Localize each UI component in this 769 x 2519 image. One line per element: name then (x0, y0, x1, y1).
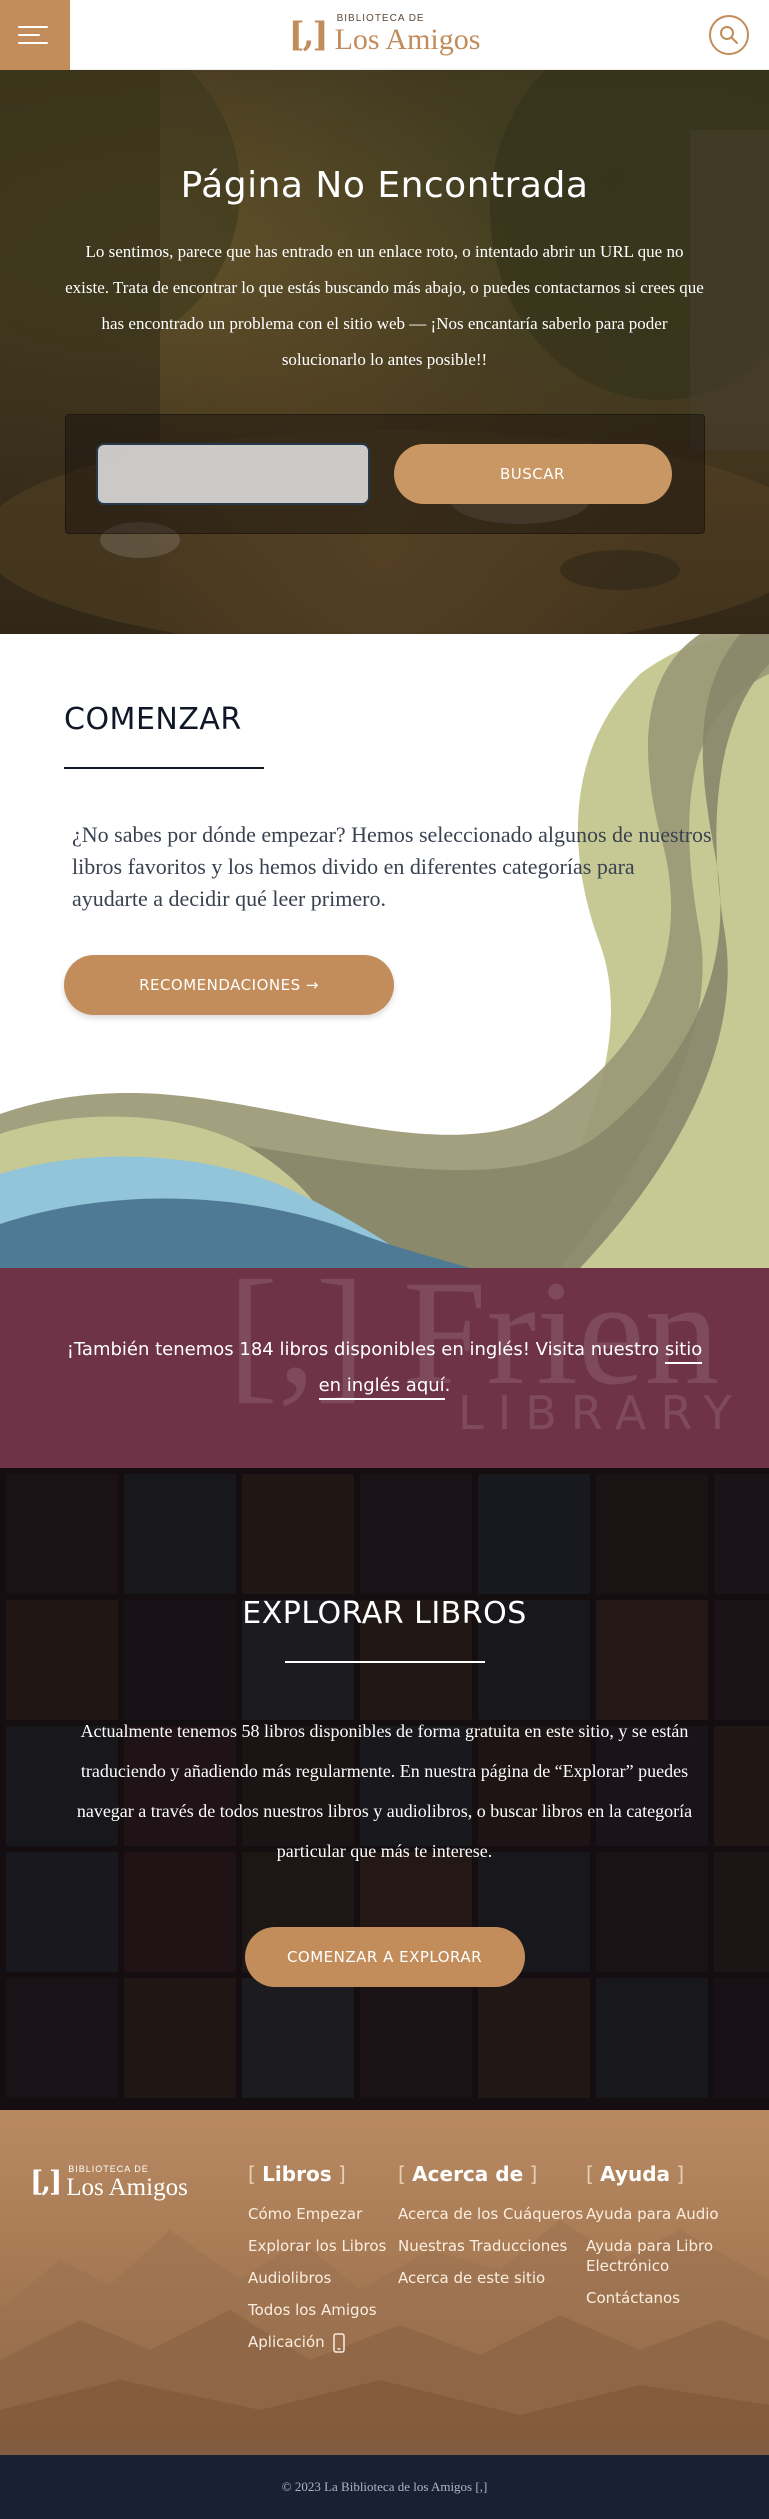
footer-link[interactable]: Acerca de los Cuáqueros (398, 2204, 586, 2224)
footer-column-ayuda: [ Ayuda ] Ayuda para Audio Ayuda para Li… (586, 2162, 736, 2365)
title-underline (284, 1661, 485, 1663)
site-logo[interactable]: [,] BIBLIOTECA DE Los Amigos (289, 14, 481, 55)
footer-logo[interactable]: [,] BIBLIOTECA DE Los Amigos (30, 2162, 248, 2202)
start-description: ¿No sabes por dónde empezar? Hemos selec… (72, 822, 712, 911)
search-icon (720, 26, 738, 44)
footer-column-acerca: [ Acerca de ] Acerca de los Cuáqueros Nu… (398, 2162, 586, 2365)
not-found-message: Lo sentimos, parece que has entrado en u… (65, 242, 704, 369)
logo-big-text: Los Amigos (334, 23, 481, 56)
phone-icon (332, 2332, 345, 2353)
footer-column-libros: [ Libros ] Cómo Empezar Explorar los Lib… (248, 2162, 398, 2365)
logo-mark: [,] (288, 14, 329, 55)
explore-section: EXPLORAR LIBROS Actualmente tenemos 58 l… (0, 1468, 769, 2110)
recommendations-button[interactable]: RECOMENDACIONES → (64, 955, 394, 1015)
start-section: COMENZAR ¿No sabes por dónde empezar? He… (0, 634, 769, 1268)
footer-link[interactable]: Nuestras Traducciones (398, 2236, 586, 2256)
footer-heading: Ayuda (600, 2162, 671, 2186)
not-found-hero: Página No Encontrada Lo sentimos, parece… (0, 70, 769, 634)
copyright: © 2023 La Biblioteca de los Amigos [,] (0, 2455, 769, 2519)
english-site-banner: [,] Frien LIBRARY ¡También tenemos 184 l… (0, 1268, 769, 1468)
site-footer: [,] BIBLIOTECA DE Los Amigos [ Libros ] … (0, 2110, 769, 2455)
page-title: Página No Encontrada (180, 165, 589, 206)
search-form: BUSCAR (64, 414, 705, 534)
footer-link[interactable]: Cómo Empezar (248, 2204, 398, 2224)
footer-link-app[interactable]: Aplicación (248, 2332, 398, 2353)
footer-heading: Acerca de (412, 2162, 524, 2186)
search-input[interactable] (95, 443, 370, 505)
footer-link[interactable]: Explorar los Libros (248, 2236, 398, 2256)
footer-link[interactable]: Contáctanos (586, 2288, 736, 2308)
search-submit-button[interactable]: BUSCAR (393, 444, 672, 504)
title-underline (64, 767, 264, 769)
hamburger-menu-button[interactable] (0, 0, 70, 70)
footer-link[interactable]: Audiolibros (248, 2268, 398, 2288)
footer-heading: Libros (262, 2162, 332, 2186)
footer-link[interactable]: Acerca de este sitio (398, 2268, 586, 2288)
footer-link[interactable]: Todos los Amigos (248, 2300, 398, 2320)
section-title: COMENZAR (64, 702, 242, 737)
site-header: [,] BIBLIOTECA DE Los Amigos (0, 0, 769, 70)
footer-link[interactable]: Ayuda para Libro Electrónico (586, 2236, 736, 2276)
banner-text: ¡También tenemos 184 libros disponibles … (66, 1339, 665, 1360)
section-title: EXPLORAR LIBROS (242, 1596, 527, 1631)
start-exploring-button[interactable]: COMENZAR A EXPLORAR (244, 1927, 525, 1987)
footer-link[interactable]: Ayuda para Audio (586, 2204, 736, 2224)
explore-description: Actualmente tenemos 58 libros disponible… (76, 1721, 693, 1861)
search-button[interactable] (709, 15, 749, 55)
hamburger-icon (18, 26, 48, 28)
